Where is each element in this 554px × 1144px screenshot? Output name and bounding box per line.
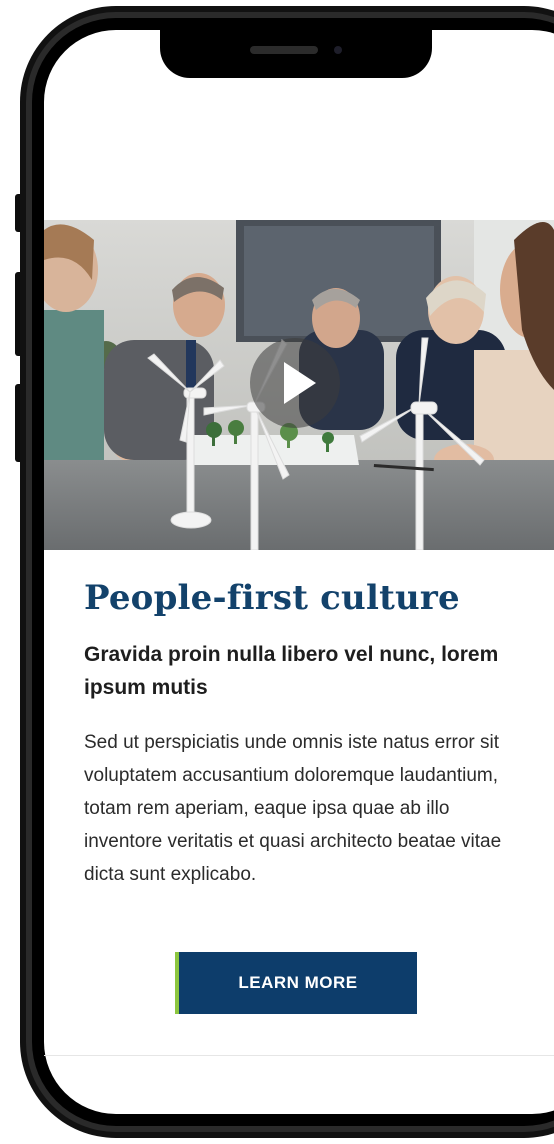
- play-icon: [284, 362, 316, 404]
- section-title: People-first culture: [84, 578, 460, 618]
- learn-more-button[interactable]: LEARN MORE: [175, 952, 417, 1014]
- section-subtitle: Gravida proin nulla libero vel nunc, lor…: [84, 643, 499, 699]
- section-body: Sed ut perspiciatis unde omnis iste natu…: [84, 732, 502, 885]
- video-thumbnail[interactable]: [44, 220, 554, 550]
- play-button[interactable]: [250, 338, 340, 428]
- phone-mockup: People-first culture Gravida proin nulla…: [0, 0, 554, 1144]
- phone-notch: [160, 18, 432, 78]
- article-content: People-first culture Gravida proin nulla…: [84, 570, 524, 891]
- section-divider: [44, 1055, 554, 1056]
- front-camera: [334, 46, 342, 54]
- speaker-grille: [250, 46, 318, 54]
